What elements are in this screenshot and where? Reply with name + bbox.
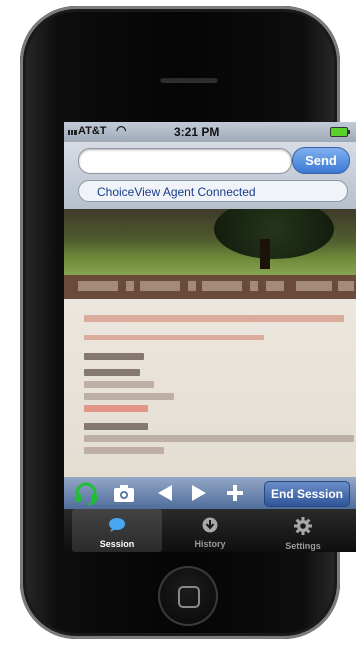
web-category-graphic	[84, 353, 144, 360]
phone-screen: AT&T ◠ 3:21 PM Send ChoiceView Agent Con…	[64, 122, 356, 552]
web-subheading-graphic	[84, 335, 264, 340]
web-content-body	[64, 299, 356, 477]
tree-graphic	[214, 209, 334, 259]
session-toolbar: End Session	[64, 477, 356, 509]
web-text-graphic	[84, 447, 164, 454]
web-item-title-graphic	[84, 423, 148, 430]
gear-icon	[258, 517, 348, 539]
forward-icon[interactable]	[188, 481, 210, 505]
tab-session-label: Session	[99, 539, 135, 549]
tab-history[interactable]: History	[165, 509, 255, 552]
web-text-graphic	[84, 381, 154, 388]
web-header-image	[64, 209, 356, 275]
phone-device: AT&T ◠ 3:21 PM Send ChoiceView Agent Con…	[20, 6, 356, 639]
web-phone-graphic	[84, 405, 148, 412]
tab-session[interactable]: Session	[72, 509, 162, 552]
web-text-graphic	[84, 393, 174, 400]
home-square-icon	[178, 586, 200, 608]
tab-bar: Session History Settings	[64, 509, 356, 552]
home-button[interactable]	[158, 566, 218, 626]
camera-icon[interactable]	[112, 481, 136, 505]
add-icon[interactable]	[224, 481, 246, 505]
back-icon[interactable]	[154, 481, 176, 505]
web-item-title-graphic	[84, 369, 140, 376]
web-text-graphic	[84, 435, 354, 442]
agent-status-field: ChoiceView Agent Connected	[78, 180, 348, 202]
shared-web-view[interactable]	[64, 209, 356, 477]
carrier-name: AT&T	[78, 125, 107, 137]
status-time: 3:21 PM	[174, 125, 220, 139]
tab-history-label: History	[194, 539, 226, 549]
earpiece	[160, 77, 218, 83]
status-bar: AT&T ◠ 3:21 PM	[64, 122, 356, 142]
chat-bubble-icon	[72, 517, 162, 537]
tree-trunk-graphic	[260, 239, 270, 269]
send-button[interactable]: Send	[292, 147, 350, 174]
wifi-icon: ◠	[116, 123, 127, 137]
web-heading-graphic	[84, 315, 344, 322]
tab-settings[interactable]: Settings	[258, 509, 348, 552]
web-nav-bar	[64, 275, 356, 299]
battery-icon	[330, 127, 350, 137]
end-session-button[interactable]: End Session	[264, 481, 350, 507]
headset-icon[interactable]	[72, 481, 100, 506]
download-icon	[165, 517, 255, 537]
message-input[interactable]	[78, 148, 292, 174]
message-bar: Send ChoiceView Agent Connected	[64, 142, 356, 209]
signal-bars-icon	[68, 130, 77, 135]
tab-settings-label: Settings	[285, 541, 321, 551]
